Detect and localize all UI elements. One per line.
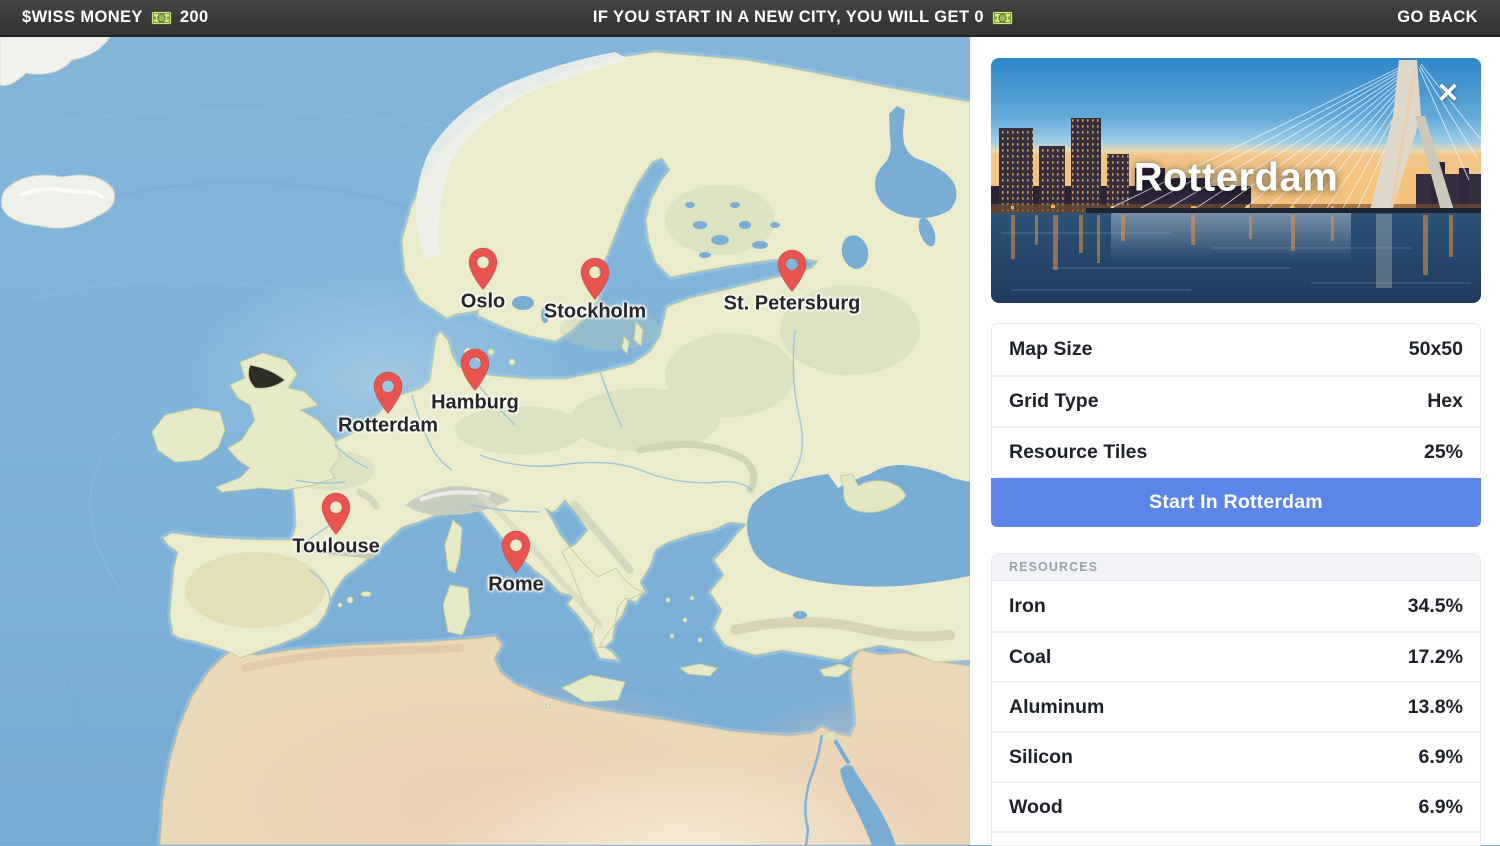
resource-name: Wood — [1009, 796, 1063, 819]
money-bill-icon — [992, 11, 1013, 25]
city-pin[interactable] — [468, 247, 498, 291]
map-pin-icon — [321, 492, 351, 536]
city-label: Rotterdam — [338, 415, 438, 438]
city-pin[interactable] — [373, 371, 403, 415]
map-pin-icon — [373, 371, 403, 415]
map-pin-icon — [468, 247, 498, 291]
resource-value: 13.8% — [1408, 696, 1463, 719]
city-pin[interactable] — [321, 492, 351, 536]
city-photo-card: Rotterdam ✕ — [991, 58, 1481, 303]
city-label: Rome — [488, 574, 544, 597]
start-in-city-button[interactable]: Start In Rotterdam — [991, 478, 1481, 527]
stat-value: Hex — [1427, 390, 1463, 413]
topbar-message: IF YOU START IN A NEW CITY, YOU WILL GET… — [209, 8, 1398, 27]
city-label: Toulouse — [292, 536, 379, 559]
resource-name: Coal — [1009, 646, 1051, 669]
city-pin[interactable] — [777, 249, 807, 293]
close-icon[interactable]: ✕ — [1433, 78, 1463, 108]
stat-row: Resource Tiles 25% — [992, 426, 1480, 477]
resource-row: Silicon 6.9% — [992, 731, 1480, 781]
resource-row: Aluminum 13.8% — [992, 681, 1480, 731]
city-pin[interactable] — [580, 257, 610, 301]
europe-map[interactable]: Oslo Stockholm St. Petersburg Hamburg — [0, 37, 970, 845]
stat-row: Map Size 50x50 — [992, 324, 1480, 375]
resource-row: Wood 6.9% — [992, 781, 1480, 831]
resource-name: Iron — [1009, 595, 1046, 618]
resource-value: 34.5% — [1408, 595, 1463, 618]
stat-label: Resource Tiles — [1009, 441, 1147, 464]
map-pin-icon — [460, 348, 490, 392]
resources-card: RESOURCES Iron 34.5% Coal 17.2% Aluminum… — [991, 553, 1481, 846]
city-label: St. Petersburg — [724, 293, 861, 316]
map-pin-icon — [580, 257, 610, 301]
city-label: Oslo — [461, 291, 505, 314]
resource-name: Silicon — [1009, 746, 1073, 769]
stat-value: 50x50 — [1409, 338, 1463, 361]
top-bar: $WISS MONEY 200 IF YOU START IN A NEW CI… — [0, 0, 1500, 37]
map-pin-icon — [501, 530, 531, 574]
city-name-title: Rotterdam — [1134, 156, 1339, 201]
resource-value: 6.9% — [1419, 746, 1463, 769]
money-display: $WISS MONEY 200 — [22, 8, 209, 27]
resource-row — [992, 831, 1480, 845]
money-label: $WISS MONEY — [22, 8, 143, 27]
resource-row: Iron 34.5% — [992, 581, 1480, 631]
go-back-button[interactable]: GO BACK — [1397, 8, 1478, 27]
city-label: Stockholm — [544, 301, 646, 324]
map-pin-icon — [777, 249, 807, 293]
iberia-meseta — [185, 552, 325, 628]
europe-terrain-svg — [0, 37, 970, 845]
city-pin[interactable] — [501, 530, 531, 574]
resources-header: RESOURCES — [992, 554, 1480, 581]
city-pin[interactable] — [460, 348, 490, 392]
resource-value: 17.2% — [1408, 646, 1463, 669]
resource-value: 6.9% — [1419, 796, 1463, 819]
stat-label: Map Size — [1009, 338, 1092, 361]
stat-label: Grid Type — [1009, 390, 1099, 413]
resource-name: Aluminum — [1009, 696, 1104, 719]
city-label: Hamburg — [431, 392, 519, 415]
money-bill-icon — [151, 11, 172, 25]
money-value: 200 — [180, 8, 209, 27]
stat-value: 25% — [1424, 441, 1463, 464]
topbar-message-text: IF YOU START IN A NEW CITY, YOU WILL GET… — [593, 8, 984, 27]
stat-row: Grid Type Hex — [992, 375, 1480, 426]
city-panel: Rotterdam ✕ Map Size 50x50 Grid Type Hex… — [970, 37, 1500, 845]
resource-row: Coal 17.2% — [992, 631, 1480, 681]
map-stats-card: Map Size 50x50 Grid Type Hex Resource Ti… — [991, 323, 1481, 478]
